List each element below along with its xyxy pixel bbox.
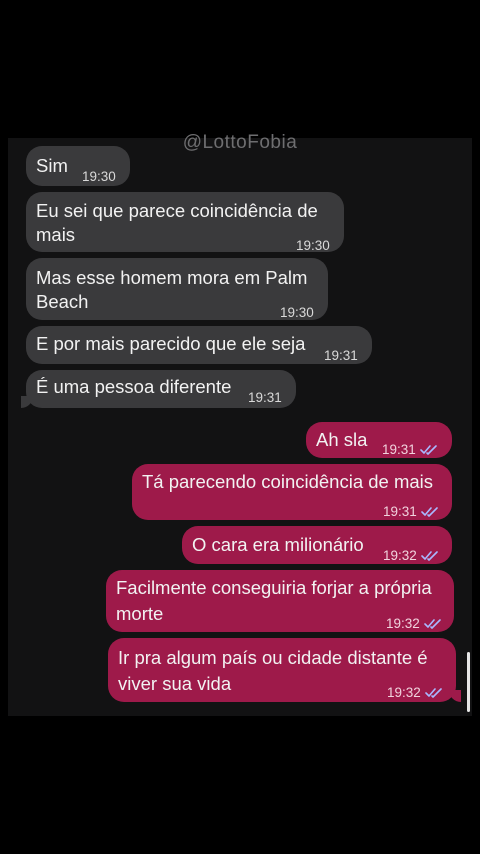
message-text: morte xyxy=(116,603,164,624)
received-message[interactable]: Mas esse homem mora em Palm Beach 19:30 xyxy=(26,258,328,320)
message-status: 19:32 xyxy=(386,610,442,637)
sent-message[interactable]: O cara era milionário 19:32 xyxy=(182,526,452,564)
message-time: 19:30 xyxy=(280,305,314,320)
double-check-icon xyxy=(420,507,438,518)
double-check-icon xyxy=(419,445,437,456)
message-text: O cara era milionário xyxy=(192,534,364,555)
scrollbar[interactable] xyxy=(467,652,470,712)
sent-message[interactable]: Ah sla 19:31 xyxy=(306,422,452,458)
message-time: 19:31 xyxy=(324,348,358,363)
received-message[interactable]: E por mais parecido que ele seja 19:31 xyxy=(26,326,372,364)
sent-message[interactable]: Tá parecendo coincidência de mais 19:31 xyxy=(132,464,452,520)
message-time: 19:31 xyxy=(248,390,282,405)
message-text: viver sua vida xyxy=(118,673,232,694)
sent-message[interactable]: Facilmente conseguiria forjar a própria … xyxy=(106,570,454,632)
message-text: Eu sei que parece coincidência de xyxy=(36,200,318,221)
message-text: mais xyxy=(36,224,76,245)
watermark: @LottoFobia xyxy=(182,132,298,153)
message-text: Sim xyxy=(36,155,68,176)
message-text: Ah sla xyxy=(316,429,368,450)
received-message[interactable]: É uma pessoa diferente 19:31 xyxy=(21,370,296,408)
message-text: Tá parecendo coincidência de mais xyxy=(142,471,434,492)
message-status: 19:32 xyxy=(387,679,443,706)
message-time: 19:32 xyxy=(386,616,420,631)
message-text: É uma pessoa diferente xyxy=(36,376,232,397)
message-status: 19:31 xyxy=(382,436,438,463)
double-check-icon xyxy=(420,551,438,562)
double-check-icon xyxy=(424,688,442,699)
message-time: 19:31 xyxy=(382,442,416,457)
message-time: 19:30 xyxy=(82,169,116,184)
message-time: 19:32 xyxy=(387,685,421,700)
message-time: 19:32 xyxy=(383,548,417,563)
message-time: 19:30 xyxy=(296,238,330,253)
received-message[interactable]: Eu sei que parece coincidência de mais 1… xyxy=(26,192,344,253)
double-check-icon xyxy=(423,619,441,630)
message-status: 19:32 xyxy=(383,542,439,569)
message-status: 19:31 xyxy=(383,498,439,525)
message-text: Facilmente conseguiria forjar a própria xyxy=(116,577,432,598)
message-text: E por mais parecido que ele seja xyxy=(36,333,306,354)
message-text: Beach xyxy=(36,291,89,312)
message-time: 19:31 xyxy=(383,504,417,519)
message-text: Ir pra algum país ou cidade distante é xyxy=(118,647,428,668)
sent-message[interactable]: Ir pra algum país ou cidade distante é v… xyxy=(108,638,461,702)
message-text: Mas esse homem mora em Palm xyxy=(36,267,308,288)
